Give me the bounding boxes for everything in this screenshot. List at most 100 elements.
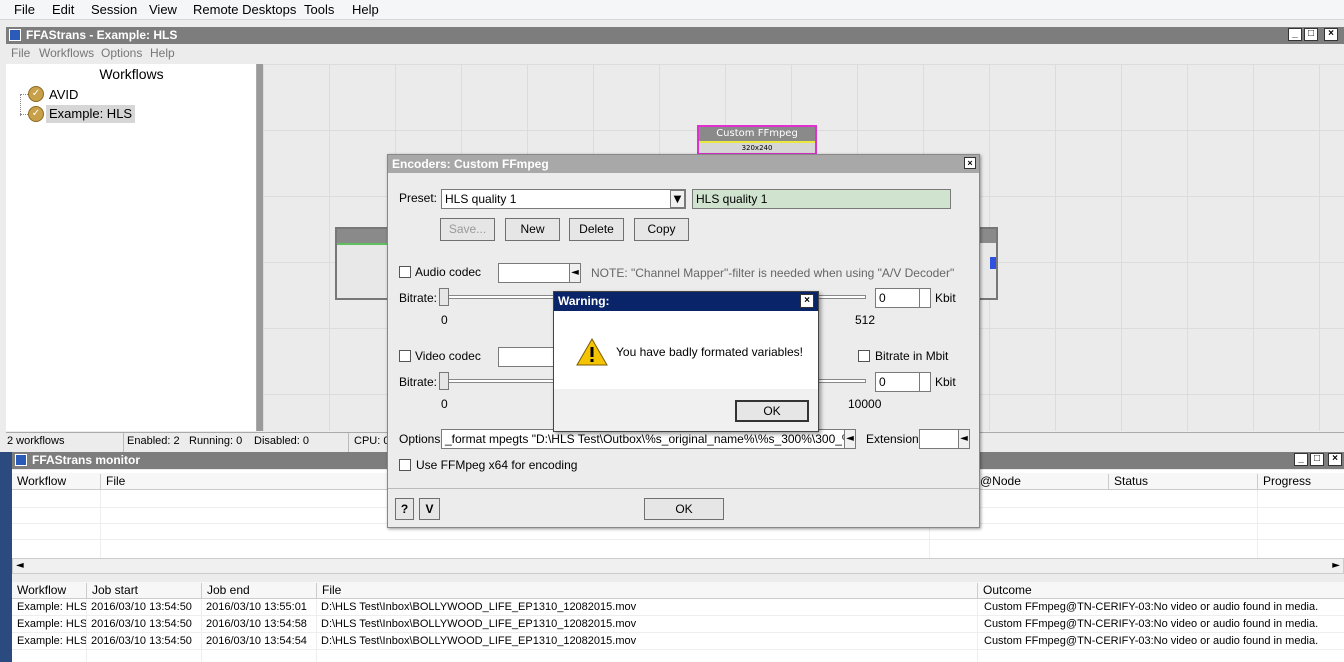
maximize-icon[interactable]: □ — [1310, 453, 1324, 466]
partial-node-right[interactable] — [978, 227, 998, 300]
save-button[interactable]: Save... — [440, 218, 495, 241]
ffmpeg-x64-checkbox[interactable] — [399, 459, 411, 471]
history-row[interactable]: Example: HLS 2016/03/10 13:54:50 2016/03… — [12, 616, 1344, 633]
main-window-titlebar: FFAStrans - Example: HLS _ □ × — [6, 27, 1344, 44]
chevron-left-icon[interactable]: ◄ — [958, 429, 970, 449]
main-window-menu: File Workflows Options Help — [6, 45, 1344, 64]
tree-line — [20, 94, 21, 116]
col-status[interactable]: Status — [1108, 474, 1148, 490]
menu-remote-desktops[interactable]: Remote Desktops — [193, 2, 296, 17]
scroll-right-icon[interactable]: ► — [1332, 560, 1340, 571]
options-field[interactable]: _format mpegts "D:\HLS Test\Outbox\%s_or… — [441, 429, 845, 449]
warning-body: You have badly formated variables! — [554, 311, 818, 389]
warning-dialog: Warning: × You have badly formated varia… — [553, 291, 819, 432]
chevron-left-icon[interactable]: ◄ — [844, 429, 856, 449]
workflow-item-example-hls[interactable]: Example: HLS — [46, 105, 136, 123]
row-job-start: 2016/03/10 13:54:50 — [91, 618, 192, 630]
extension-field[interactable] — [919, 429, 959, 449]
minimize-icon[interactable]: _ — [1294, 453, 1308, 466]
history-header: Workflow Job start Job end File Outcome — [12, 582, 1344, 599]
audio-bitrate-field[interactable]: 0 — [875, 288, 920, 308]
close-icon[interactable]: × — [800, 294, 814, 308]
maximize-icon[interactable]: □ — [1304, 28, 1318, 41]
row-job-end: 2016/03/10 13:54:54 — [206, 635, 307, 647]
active-jobs-hscrollbar[interactable]: ◄ ► — [12, 558, 1344, 574]
video-codec-checkbox[interactable] — [399, 350, 411, 362]
menu-view[interactable]: View — [149, 2, 177, 17]
audio-bitrate-spinner[interactable] — [919, 288, 931, 308]
main-window-title: FFAStrans - Example: HLS — [26, 28, 178, 42]
scroll-left-icon[interactable]: ◄ — [16, 560, 24, 571]
new-button[interactable]: New — [505, 218, 560, 241]
warning-ok-button[interactable]: OK — [735, 400, 809, 422]
video-bitrate-spinner[interactable] — [919, 372, 931, 392]
col-job-end[interactable]: Job end — [201, 583, 250, 599]
monitor-splitter[interactable] — [12, 574, 1344, 582]
col-workflow[interactable]: Workflow — [12, 474, 66, 490]
encoder-dialog-titlebar: Encoders: Custom FFmpeg × — [388, 155, 979, 173]
row-workflow: Example: HLS — [17, 618, 88, 630]
preset-select[interactable]: HLS quality 1 — [441, 189, 686, 209]
menu-help-inner[interactable]: Help — [150, 46, 175, 60]
audio-codec-checkbox[interactable] — [399, 266, 411, 278]
preset-name-field[interactable]: HLS quality 1 — [692, 189, 951, 209]
audio-bitrate-unit: Kbit — [935, 291, 956, 305]
menu-tools[interactable]: Tools — [304, 2, 334, 17]
monitor-title: FFAStrans monitor — [32, 453, 141, 467]
row-job-end: 2016/03/10 13:55:01 — [206, 601, 307, 613]
col-workflow[interactable]: Workflow — [12, 583, 66, 599]
video-bitrate-slider-thumb[interactable] — [439, 372, 449, 390]
row-job-start: 2016/03/10 13:54:50 — [91, 635, 192, 647]
history-row[interactable]: Example: HLS 2016/03/10 13:54:50 2016/03… — [12, 599, 1344, 616]
help-button[interactable]: ? — [395, 498, 414, 520]
dialog-ok-button[interactable]: OK — [644, 498, 724, 520]
history-row[interactable]: Example: HLS 2016/03/10 13:54:50 2016/03… — [12, 633, 1344, 650]
chevron-down-icon[interactable]: ▼ — [670, 190, 685, 208]
menu-session[interactable]: Session — [91, 2, 137, 17]
menu-file-inner[interactable]: File — [11, 46, 30, 60]
history-grid: Workflow Job start Job end File Outcome … — [12, 582, 1344, 662]
menu-edit[interactable]: Edit — [52, 2, 74, 17]
status-workflow-count: 2 workflows — [7, 435, 65, 447]
extension-label: Extension: — [866, 432, 923, 446]
chevron-left-icon[interactable]: ◄ — [569, 263, 581, 283]
custom-ffmpeg-node[interactable]: Custom FFmpeg 320x240 — [697, 125, 817, 155]
video-bitrate-label: Bitrate: — [399, 375, 438, 389]
col-file[interactable]: File — [316, 583, 341, 599]
monitor-left-edge — [0, 452, 12, 662]
ffastrans-app-icon — [9, 29, 21, 41]
app-menubar: File Edit Session View Remote Desktops T… — [0, 0, 1344, 20]
audio-bitrate-slider-thumb[interactable] — [439, 288, 449, 306]
row-outcome: Custom FFmpeg@TN-CERIFY-03:No video or a… — [984, 601, 1319, 613]
video-bitrate-min: 0 — [441, 397, 448, 411]
v-button[interactable]: V — [419, 498, 440, 520]
workflow-item-avid[interactable]: AVID — [49, 87, 78, 102]
minimize-icon[interactable]: _ — [1288, 28, 1302, 41]
workflows-heading: Workflows — [99, 66, 164, 82]
audio-codec-field[interactable] — [498, 263, 570, 283]
copy-button[interactable]: Copy — [634, 218, 689, 241]
warning-icon — [576, 338, 608, 366]
close-icon[interactable]: × — [1328, 453, 1342, 466]
warning-title: Warning: — [558, 294, 610, 308]
col-outcome[interactable]: Outcome — [977, 583, 1032, 599]
col-progress[interactable]: Progress — [1257, 474, 1311, 490]
video-bitrate-field[interactable]: 0 — [875, 372, 920, 392]
close-icon[interactable]: × — [1324, 28, 1338, 41]
status-enabled: Enabled: 2 — [127, 435, 180, 447]
close-icon[interactable]: × — [964, 157, 976, 169]
col-file[interactable]: File — [100, 474, 125, 490]
encoder-dialog-title: Encoders: Custom FFmpeg — [392, 157, 549, 171]
menu-help[interactable]: Help — [352, 2, 379, 17]
menu-file[interactable]: File — [14, 2, 35, 17]
status-running: Running: 0 — [189, 435, 243, 447]
partial-node-left[interactable] — [335, 227, 390, 300]
bitrate-mbit-checkbox[interactable] — [858, 350, 870, 362]
menu-workflows[interactable]: Workflows — [39, 46, 94, 60]
delete-button[interactable]: Delete — [569, 218, 624, 241]
status-cpu: CPU: 0 — [354, 435, 390, 447]
col-job-start[interactable]: Job start — [86, 583, 138, 599]
row-outcome: Custom FFmpeg@TN-CERIFY-03:No video or a… — [984, 635, 1319, 647]
menu-options[interactable]: Options — [101, 46, 142, 60]
video-bitrate-max: 10000 — [848, 397, 882, 411]
